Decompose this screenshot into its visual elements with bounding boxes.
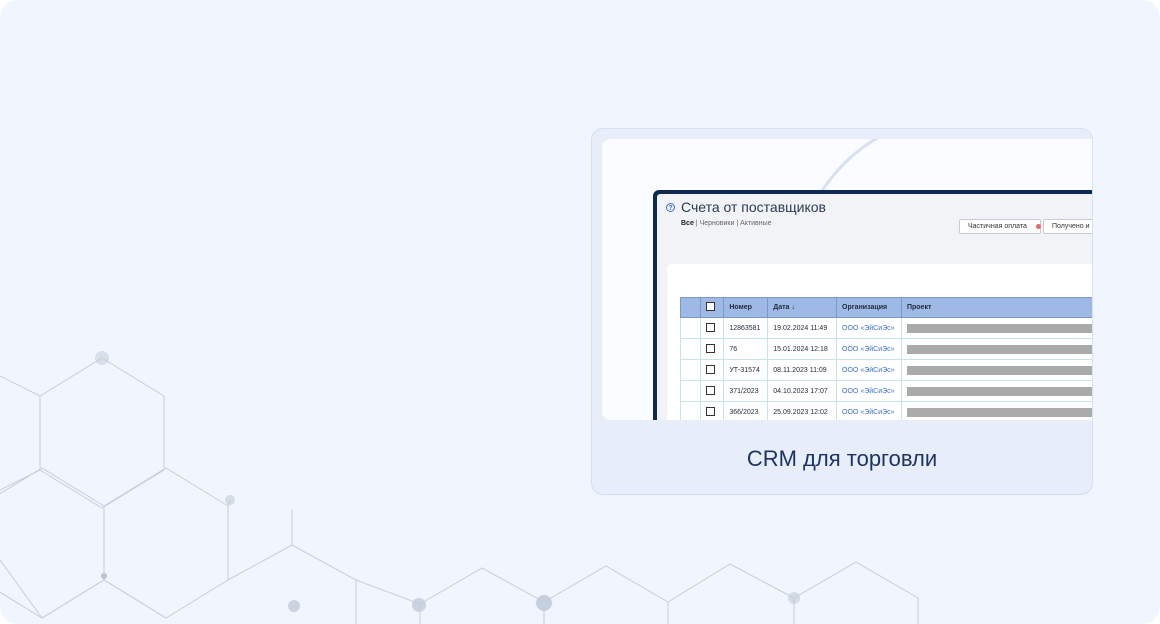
status-dot	[1036, 224, 1041, 229]
screenshot-preview: ? Счета от поставщиков Все | Черновики |…	[602, 139, 1092, 420]
table-row[interactable]: УТ-31574 08.11.2023 11:09 ООО «ЭйСиЭс»	[679, 359, 1092, 381]
row-select[interactable]	[700, 380, 725, 402]
app-screen: ? Счета от поставщиков Все | Черновики |…	[657, 194, 1092, 420]
header-project[interactable]: Проект	[900, 297, 1092, 318]
redacted-bar	[906, 323, 1092, 333]
table-row[interactable]: 76 15.01.2024 12:18 ООО «ЭйСиЭс»	[679, 338, 1092, 360]
cell-organization-link[interactable]: ООО «ЭйСиЭс»	[836, 317, 902, 339]
invoice-table: Номер Дата ↓ Организация Проект 12863581…	[679, 297, 1092, 420]
received-button[interactable]: Получено и	[1043, 219, 1092, 234]
row-spacer	[679, 359, 702, 381]
page-title: Счета от поставщиков	[681, 199, 826, 215]
cell-organization-link[interactable]: ООО «ЭйСиЭс»	[836, 359, 902, 381]
checkbox-icon[interactable]	[706, 406, 716, 416]
redacted-bar	[906, 407, 1092, 417]
status-filters: Все | Черновики | Активные	[681, 220, 772, 227]
redacted-bar	[906, 344, 1092, 354]
cell-project	[900, 359, 1092, 381]
card-caption: CRM для торговли	[746, 446, 938, 471]
cell-organization-link[interactable]: ООО «ЭйСиЭс»	[836, 338, 902, 360]
cell-number: 76	[723, 338, 769, 360]
row-spacer	[679, 317, 702, 339]
row-select[interactable]	[700, 317, 725, 339]
checkbox-icon[interactable]	[706, 322, 716, 332]
header-select-all[interactable]	[700, 297, 725, 318]
cell-project	[900, 338, 1092, 360]
cell-date: 19.02.2024 11:49	[767, 317, 838, 339]
table-row[interactable]: 371/2023 04.10.2023 17:07 ООО «ЭйСиЭс»	[679, 380, 1092, 402]
filter-active[interactable]: Активные	[740, 220, 771, 227]
cell-number: 12863581	[723, 317, 769, 339]
cell-number: 371/2023	[723, 380, 769, 402]
table-header-row: Номер Дата ↓ Организация Проект	[679, 297, 1092, 318]
header-organization[interactable]: Организация	[836, 297, 902, 318]
redacted-bar	[906, 365, 1092, 375]
header-empty	[679, 297, 702, 318]
monitor-frame: ? Счета от поставщиков Все | Черновики |…	[653, 190, 1092, 420]
question-circle-icon[interactable]: ?	[666, 203, 675, 212]
cell-date: 04.10.2023 17:07	[767, 380, 838, 402]
page-background: ? Счета от поставщиков Все | Черновики |…	[0, 0, 1160, 624]
cell-organization-link[interactable]: ООО «ЭйСиЭс»	[836, 401, 902, 420]
cell-project	[900, 401, 1092, 420]
filter-all[interactable]: Все	[681, 220, 694, 227]
row-select[interactable]	[700, 401, 725, 420]
redacted-bar	[906, 386, 1092, 396]
checkbox-icon[interactable]	[706, 302, 716, 311]
partial-payment-button[interactable]: Частичная оплата	[959, 219, 1041, 234]
cell-date: 08.11.2023 11:09	[767, 359, 838, 381]
cell-project	[900, 380, 1092, 402]
checkbox-icon[interactable]	[706, 343, 716, 353]
header-number[interactable]: Номер	[723, 297, 769, 318]
cell-number: УТ-31574	[723, 359, 769, 381]
cell-project	[900, 317, 1092, 339]
cell-number: 366/2023	[723, 401, 769, 420]
row-select[interactable]	[700, 338, 725, 360]
row-spacer	[679, 401, 702, 420]
cell-organization-link[interactable]: ООО «ЭйСиЭс»	[836, 380, 902, 402]
table-row[interactable]: 366/2023 25.09.2023 12:02 ООО «ЭйСиЭс»	[679, 401, 1092, 420]
filter-drafts[interactable]: Черновики	[700, 220, 735, 227]
table-panel: Номер Дата ↓ Организация Проект 12863581…	[667, 264, 1092, 420]
header-date[interactable]: Дата ↓	[767, 297, 838, 318]
checkbox-icon[interactable]	[706, 364, 716, 374]
product-card[interactable]: ? Счета от поставщиков Все | Черновики |…	[591, 128, 1093, 495]
cell-date: 25.09.2023 12:02	[767, 401, 838, 420]
row-select[interactable]	[700, 359, 725, 381]
checkbox-icon[interactable]	[706, 385, 716, 395]
cell-date: 15.01.2024 12:18	[767, 338, 838, 360]
table-row[interactable]: 12863581 19.02.2024 11:49 ООО «ЭйСиЭс»	[679, 317, 1092, 339]
row-spacer	[679, 380, 702, 402]
row-spacer	[679, 338, 702, 360]
